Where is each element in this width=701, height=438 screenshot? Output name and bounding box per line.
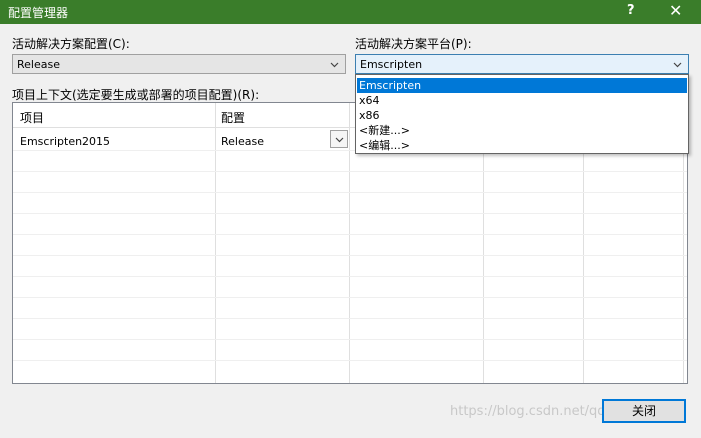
platform-option-new[interactable]: <新建...> [357, 123, 687, 138]
row-divider [13, 339, 687, 340]
row-divider [13, 255, 687, 256]
help-button[interactable]: ? [627, 3, 635, 18]
window-title: 配置管理器 [8, 6, 69, 20]
close-button[interactable]: 关闭 [602, 399, 686, 423]
row-divider [13, 192, 687, 193]
project-name-cell: Emscripten2015 [20, 135, 111, 148]
platform-option-emscripten[interactable]: Emscripten [357, 78, 687, 93]
chevron-down-icon [335, 137, 344, 143]
solution-config-label: 活动解决方案配置(C): [12, 37, 130, 51]
platform-option-x64[interactable]: x64 [357, 93, 687, 108]
close-window-button[interactable]: ✕ [669, 1, 682, 20]
solution-platform-combo[interactable]: Emscripten [355, 54, 689, 74]
column-divider [349, 103, 350, 383]
column-header-config[interactable]: 配置 [221, 109, 245, 133]
title-bar: 配置管理器 ? ✕ [0, 0, 701, 24]
platform-option-x86[interactable]: x86 [357, 108, 687, 123]
solution-config-value: Release [17, 58, 60, 71]
solution-platform-label: 活动解决方案平台(P): [355, 37, 472, 51]
chevron-down-icon [673, 62, 682, 68]
chevron-down-icon [330, 62, 339, 68]
column-divider [215, 103, 216, 383]
platform-dropdown-list[interactable]: Emscripten x64 x86 <新建...> <编辑...> [355, 74, 689, 154]
config-dropdown-button[interactable] [330, 130, 348, 148]
row-divider [13, 276, 687, 277]
row-divider [13, 297, 687, 298]
config-cell: Release [221, 135, 264, 148]
platform-option-edit[interactable]: <编辑...> [357, 138, 687, 153]
solution-config-combo[interactable]: Release [12, 54, 346, 74]
project-context-label: 项目上下文(选定要生成或部署的项目配置)(R): [12, 88, 260, 102]
row-divider [13, 360, 687, 361]
row-divider [13, 171, 687, 172]
row-divider [13, 318, 687, 319]
row-divider [13, 213, 687, 214]
solution-platform-value: Emscripten [360, 58, 423, 71]
row-divider [13, 234, 687, 235]
column-header-project[interactable]: 项目 [20, 109, 44, 133]
